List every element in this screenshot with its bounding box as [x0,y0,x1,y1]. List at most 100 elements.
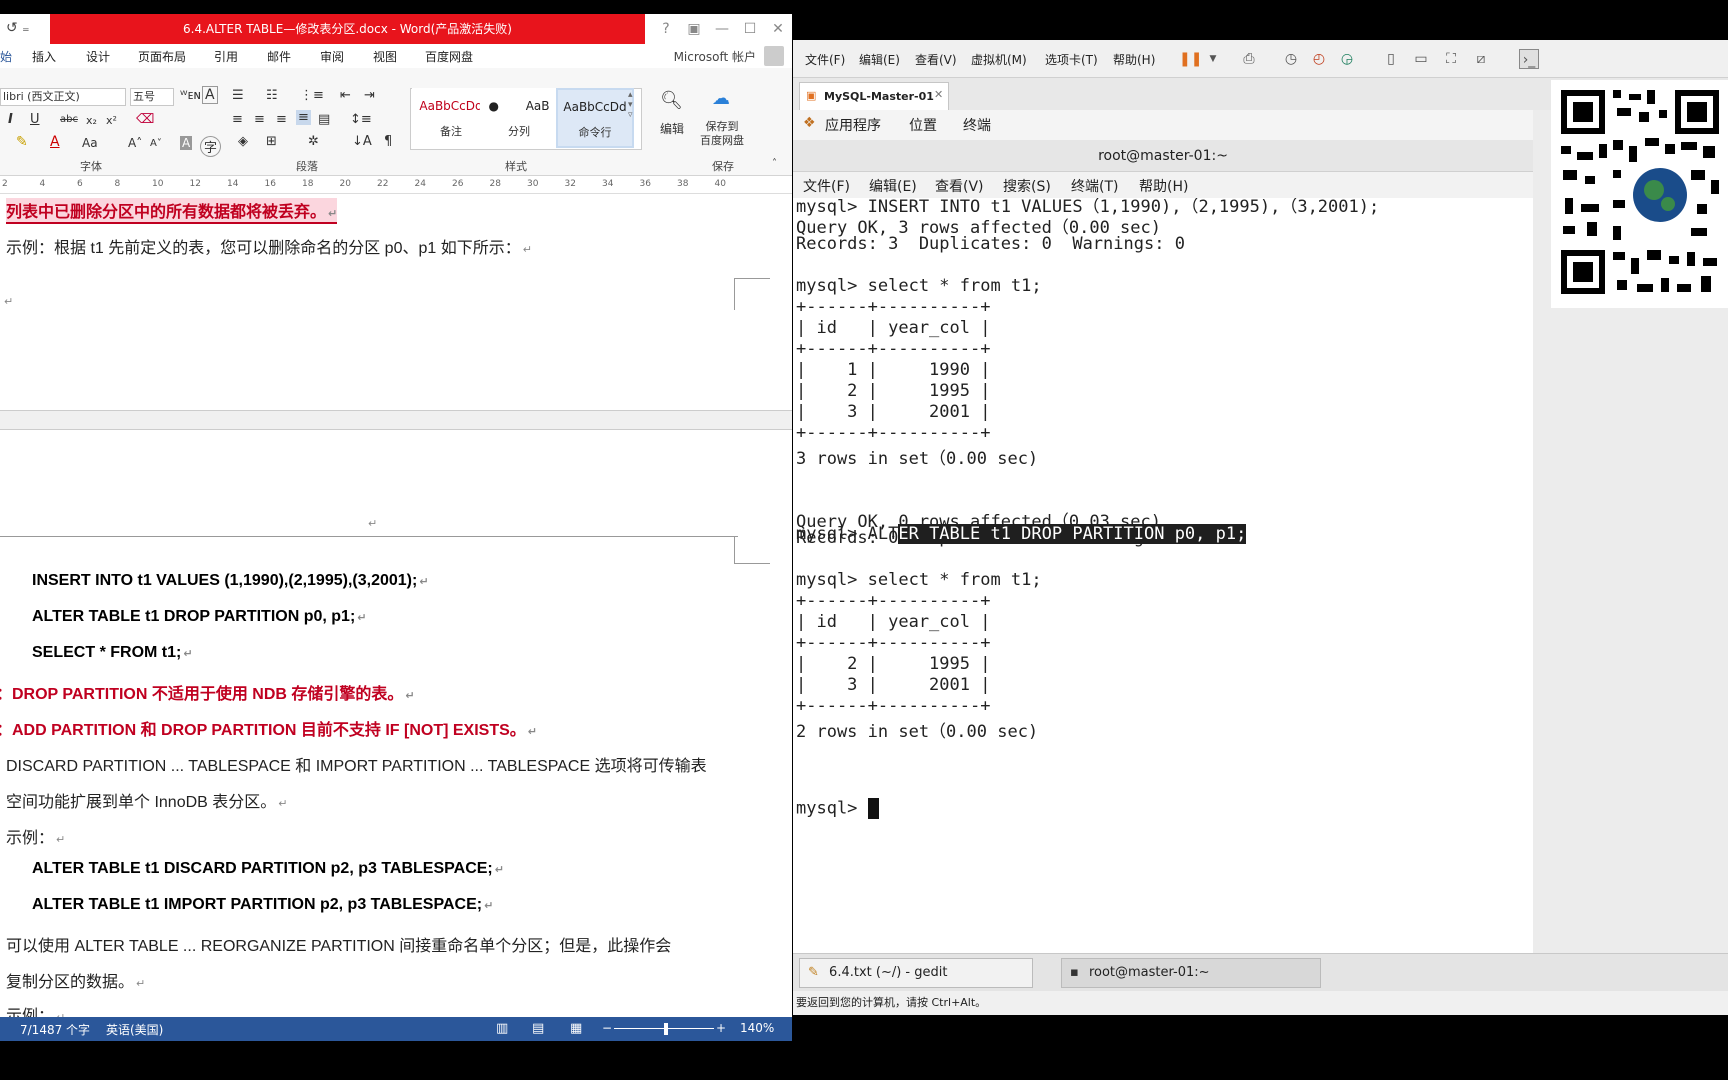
enclose-char-icon[interactable]: 字 [200,136,222,157]
zoom-slider-thumb[interactable] [664,1023,668,1035]
style-note[interactable]: AaBbCcDd 备注 [412,88,490,148]
tab-mailings[interactable]: 邮件 [267,48,291,65]
decrease-indent-icon[interactable]: ⇤ [340,88,351,103]
chinese-layout-icon[interactable]: ✲ [308,134,319,149]
pause-icon[interactable]: ❚❚ [1179,49,1202,69]
multilevel-list-icon[interactable]: ⋮≡ [300,88,324,103]
show-marks-icon[interactable]: ¶ [384,134,392,149]
term-menu-search[interactable]: 搜索(S) [1003,176,1051,196]
line-spacing-icon[interactable]: ↕≡ [350,112,372,127]
char-shading-icon[interactable]: A [180,136,193,150]
terminal-prompt[interactable]: mysql> [796,798,879,819]
task-terminal[interactable]: ▪ root@master-01:~ [1061,958,1321,988]
print-layout-icon[interactable]: ▤ [532,1021,544,1036]
thumbnail-icon[interactable]: ▭ [1411,49,1431,69]
help-icon[interactable]: ? [652,14,680,44]
align-right-icon[interactable]: ≡ [276,112,287,127]
phonetic-icon[interactable]: ᵂᴇɴ [180,88,201,102]
font-size-select[interactable]: 五号 [130,88,174,106]
borders-icon[interactable]: ⊞ [266,134,277,149]
vm-menu-edit[interactable]: 编辑(E) [859,51,900,68]
shrink-font-icon[interactable]: A˅ [150,138,162,149]
avatar[interactable] [764,46,784,66]
baidu-cloud-icon[interactable]: ☁ [712,88,730,109]
terminal-output[interactable]: mysql> INSERT INTO t1 VALUES（1,1990),（2,… [793,198,1533,953]
vm-menu-tabs[interactable]: 选项卡(T) [1045,51,1098,68]
term-menu-view[interactable]: 查看(V) [935,176,984,196]
save-to-baidu-button[interactable]: 保存到 百度网盘 [700,120,744,148]
collapse-ribbon-icon[interactable]: ˄ [772,158,777,169]
increase-indent-icon[interactable]: ⇥ [364,88,375,103]
vm-menu-view[interactable]: 查看(V) [915,51,957,68]
revert-snapshot-icon[interactable]: ◴ [1309,49,1329,69]
style-command-line[interactable]: AaBbCcDd 命令行 [556,88,634,148]
pause-dropdown-icon[interactable]: ▼ [1203,49,1223,69]
find-icon[interactable]: 🔍︎ [660,90,683,111]
sidebar-icon[interactable]: ▯ [1381,49,1401,69]
fullscreen-icon[interactable]: ⛶ [1441,49,1461,69]
zoom-in-icon[interactable]: + [716,1021,726,1035]
term-menu-help[interactable]: 帮助(H) [1139,176,1188,196]
align-left-icon[interactable]: ≡ [232,112,243,127]
term-menu-file[interactable]: 文件(F) [803,176,850,196]
tab-layout[interactable]: 页面布局 [138,48,186,65]
tab-close-icon[interactable]: ✕ [934,88,943,101]
char-border-icon[interactable]: A [202,86,218,104]
align-center-icon[interactable]: ≡ [254,112,265,127]
vm-tab-mysql-master[interactable]: ▣ MySQL-Master-01 ✕ [799,82,949,110]
snapshot-icon[interactable]: ◷ [1281,49,1301,69]
highlight-icon[interactable]: ✎ [16,134,28,150]
shading-icon[interactable]: ◈ [238,134,248,149]
numbering-icon[interactable]: ☷ [266,88,278,103]
word-count[interactable]: 7/1487 个字 [20,1021,90,1038]
console-view-icon[interactable]: ›_ [1519,49,1539,69]
web-layout-icon[interactable]: ▦ [570,1021,582,1036]
send-keys-icon[interactable]: ⎙ [1239,49,1259,69]
subscript-icon[interactable]: x₂ [86,114,97,127]
edit-button[interactable]: 编辑 [660,120,684,137]
styles-scroll-icon[interactable]: ▴ ▾ ▿ [628,90,633,120]
snapshot-manager-icon[interactable]: ◶ [1337,49,1357,69]
gnome-places[interactable]: 位置 [909,115,937,135]
tab-insert[interactable]: 插入 [32,48,56,65]
strikethrough-icon[interactable]: abc [60,114,78,125]
grow-font-icon[interactable]: A˄ [128,136,142,150]
font-name-select[interactable]: libri (西文正文) [0,88,126,106]
style-column[interactable]: ● AaB 分列 [480,88,558,148]
sort-icon[interactable]: ↓A [352,134,372,149]
font-color-icon[interactable]: A [50,134,60,150]
zoom-out-icon[interactable]: − [602,1021,612,1035]
ribbon-display-icon[interactable]: ▣ [680,14,708,44]
vm-menu-help[interactable]: 帮助(H) [1113,51,1155,68]
tab-design[interactable]: 设计 [86,48,110,65]
underline-icon[interactable]: U [30,112,40,127]
vm-menu-file[interactable]: 文件(F) [805,51,845,68]
task-gedit[interactable]: ✎ 6.4.txt (~/) - gedit [799,958,1033,988]
tab-baidu[interactable]: 百度网盘 [425,48,473,65]
maximize-icon[interactable]: ☐ [736,14,764,44]
tab-view[interactable]: 视图 [373,48,397,65]
distributed-icon[interactable]: ▤ [318,112,330,127]
language-indicator[interactable]: 英语(美国) [106,1021,163,1038]
bullets-icon[interactable]: ☰ [232,88,244,103]
undo-icon[interactable]: ↺ ₌ [6,20,30,36]
read-mode-icon[interactable]: ▥ [496,1021,508,1036]
minimize-icon[interactable]: — [708,14,736,44]
justify-icon[interactable]: ≡ [296,110,311,125]
clear-format-icon[interactable]: ⌫ [136,112,154,127]
change-case-icon[interactable]: Aa [82,136,98,150]
unity-icon[interactable]: ⧄ [1471,49,1491,69]
gnome-terminal[interactable]: 终端 [963,115,991,135]
superscript-icon[interactable]: x² [106,114,117,127]
term-menu-terminal[interactable]: 终端(T) [1071,176,1118,196]
zoom-level[interactable]: 140% [740,1021,774,1035]
close-icon[interactable]: ✕ [764,14,792,44]
gnome-applications[interactable]: 应用程序 [825,115,881,135]
italic-icon[interactable]: I [8,112,13,127]
vm-menu-vm[interactable]: 虚拟机(M) [971,51,1027,68]
tab-references[interactable]: 引用 [214,48,238,65]
term-menu-edit[interactable]: 编辑(E) [869,176,917,196]
account-label[interactable]: Microsoft 帐户 [674,48,756,65]
tab-review[interactable]: 审阅 [320,48,344,65]
tab-start[interactable]: 始 [0,48,12,65]
